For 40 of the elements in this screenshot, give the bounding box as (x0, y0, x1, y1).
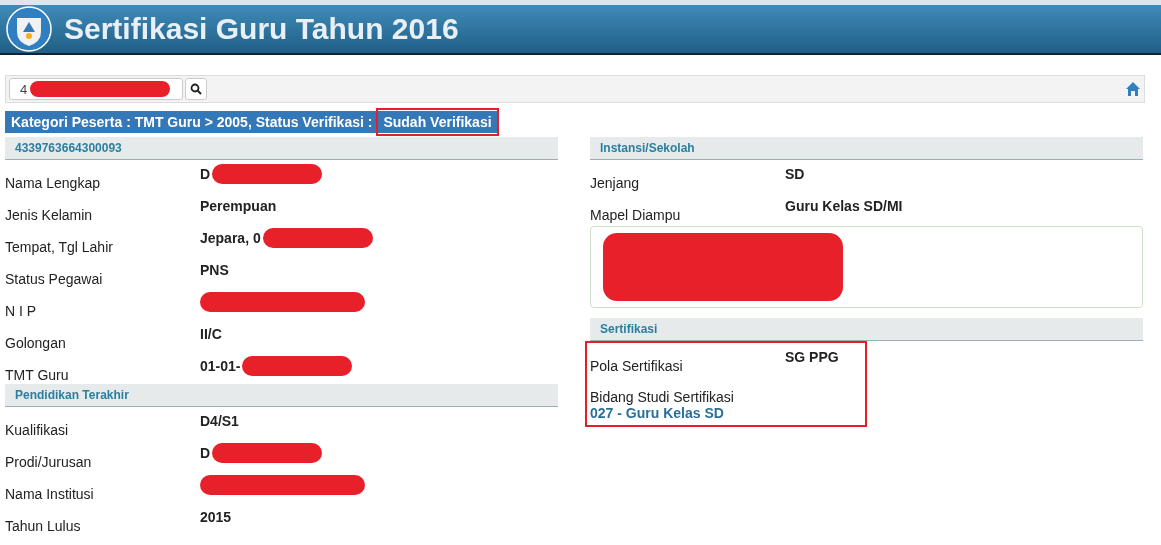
field-label: TMT Guru (5, 366, 70, 384)
field-value: Jepara, 0 (200, 229, 261, 247)
field-value: SG PPG (785, 348, 839, 366)
section-header: 4339763664300093 (5, 137, 558, 160)
field-label: Pola Sertifikasi (590, 357, 684, 375)
section-header: Pendidikan Terakhir (5, 384, 558, 407)
field-label: Golongan (5, 334, 67, 352)
field-label: Jenjang (590, 174, 641, 192)
page-title: Sertifikasi Guru Tahun 2016 (64, 12, 459, 46)
field-label: Tahun Lulus (5, 517, 82, 535)
search-icon (190, 83, 202, 95)
field-label: Nama Lengkap (5, 174, 101, 192)
status-value: Sudah Verifikasi (376, 108, 499, 136)
category-text: Kategori Peserta : TMT Guru > 2005, Status Verifikasi : (11, 114, 373, 130)
field-value: II/C (200, 325, 222, 343)
field-value: 2015 (200, 508, 232, 526)
search-button[interactable] (185, 78, 207, 100)
field-label: Mapel Diampu (590, 206, 682, 224)
field-label: Bidang Studi Sertifikasi (590, 388, 735, 405)
field-value: D4/S1 (200, 412, 239, 430)
field-label: Status Pegawai (5, 270, 104, 288)
section-header: Instansi/Sekolah (590, 137, 1143, 160)
field-value: Perempuan (200, 197, 277, 215)
field-label: Nama Institusi (5, 485, 95, 503)
field-value: Guru Kelas SD/MI (785, 197, 903, 215)
field-value: SD (785, 165, 805, 183)
emblem-icon (6, 6, 52, 52)
field-label: Tempat, Tgl Lahir (5, 238, 114, 256)
field-label: Kualifikasi (5, 421, 70, 439)
field-label: N I P (5, 302, 38, 320)
home-icon[interactable] (1125, 81, 1141, 97)
search-field[interactable]: 4 (9, 78, 183, 100)
field-value: 01-01- (200, 357, 241, 375)
field-value: 027 - Guru Kelas SD (590, 405, 725, 421)
field-label: Jenis Kelamin (5, 206, 94, 224)
field-value: PNS (200, 261, 229, 279)
field-label: Prodi/Jurusan (5, 453, 93, 471)
field-value: D (200, 444, 211, 462)
field-value: D (200, 165, 211, 183)
section-header: Sertifikasi (590, 318, 1143, 341)
